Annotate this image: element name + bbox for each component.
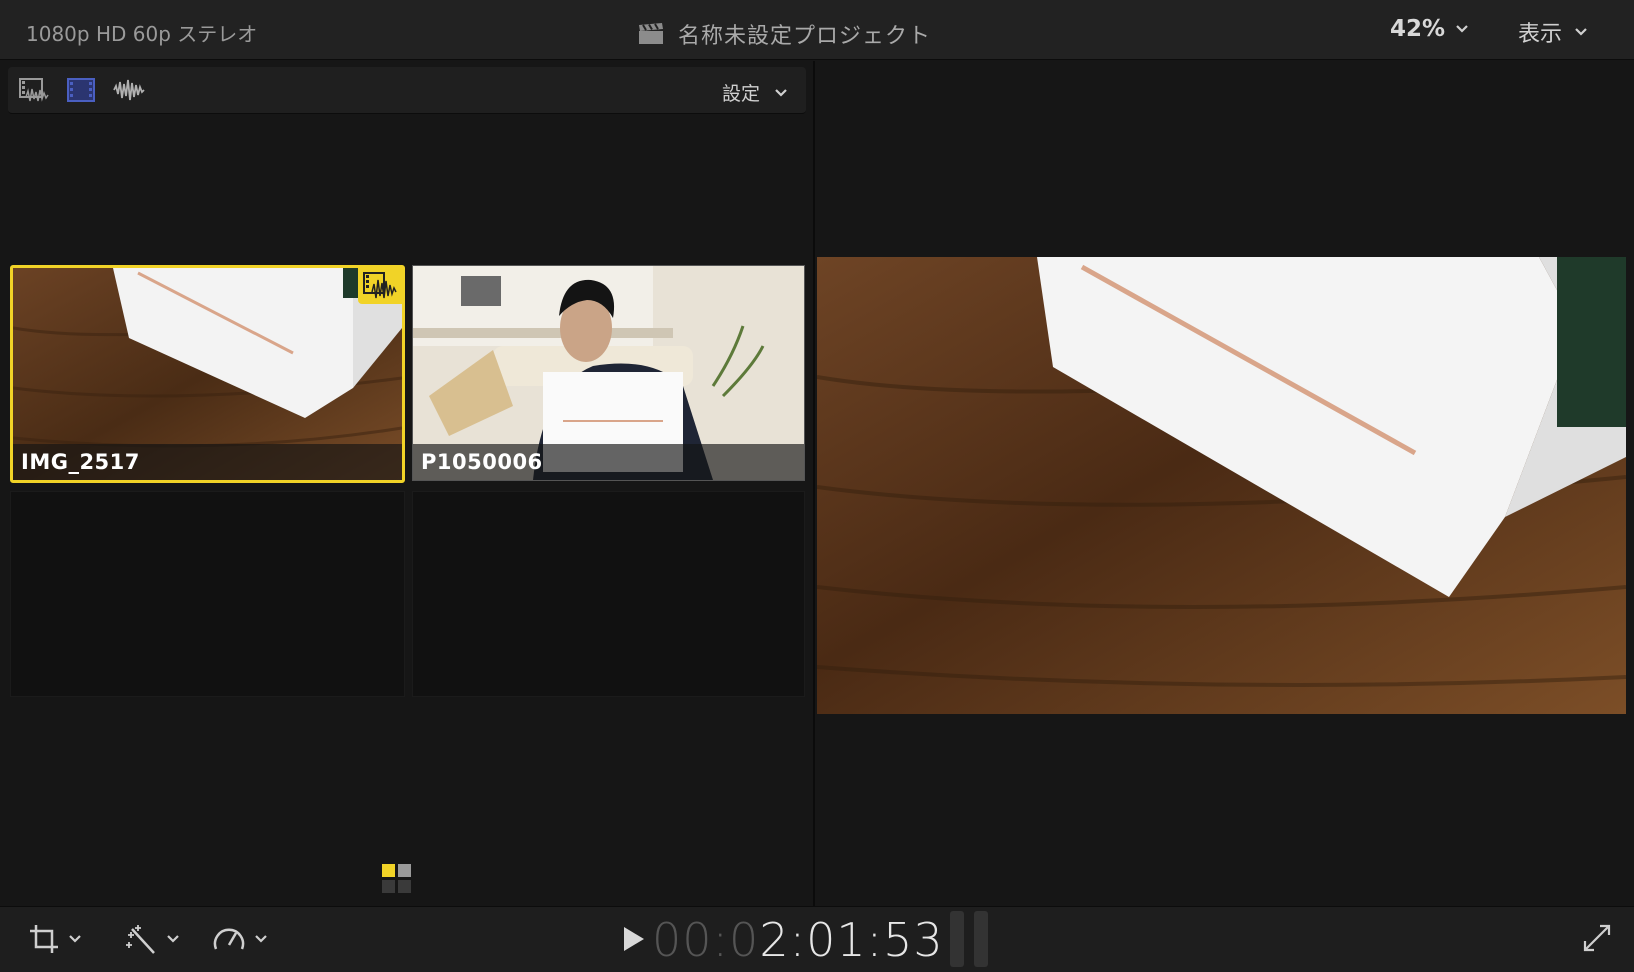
empty-clip-slot xyxy=(412,491,805,697)
view-menu-label: 表示 xyxy=(1518,22,1563,47)
clip-thumbnail[interactable]: IMG_2517 xyxy=(10,265,405,483)
timecode-dim: 00:0 xyxy=(652,913,760,967)
play-button[interactable] xyxy=(622,925,646,953)
enhance-wand-icon xyxy=(126,925,155,954)
top-bar: 1080p HD 60p ステレオ 名称未設定プロジェクト 42% 表示 xyxy=(0,0,1634,60)
viewer-frame[interactable] xyxy=(817,257,1626,714)
viewer-image xyxy=(817,257,1626,714)
bottom-bar: 00:02:01:53 xyxy=(0,906,1634,972)
filmstrip-audio-icon[interactable] xyxy=(18,77,52,103)
project-title-area: 名称未設定プロジェクト xyxy=(638,18,931,50)
view-menu[interactable]: 表示 xyxy=(1518,16,1588,48)
format-info: 1080p HD 60p ステレオ xyxy=(26,22,258,46)
audio-meter-right xyxy=(974,911,988,967)
zoom-value: 42% xyxy=(1390,16,1446,42)
video-audio-icon xyxy=(363,272,397,299)
crop-icon xyxy=(30,925,58,953)
empty-clip-slot xyxy=(10,491,405,697)
browser-toolbar: 設定 xyxy=(8,67,806,114)
clip-appearance-icon[interactable] xyxy=(382,864,412,894)
chevron-down-icon xyxy=(255,935,267,943)
settings-label: 設定 xyxy=(721,83,760,105)
clip-badge xyxy=(358,268,402,304)
fullscreen-icon[interactable] xyxy=(1582,923,1612,953)
timecode-bright: 2:01:53 xyxy=(759,913,944,967)
clip-thumbnail[interactable]: P1050006 xyxy=(412,265,805,481)
app-window: 1080p HD 60p ステレオ 名称未設定プロジェクト 42% 表示 設定 … xyxy=(0,0,1634,972)
chevron-down-icon xyxy=(167,935,179,943)
browser-pane: 設定 IMG_2517 P1050006 xyxy=(0,61,815,906)
chevron-down-icon xyxy=(1575,28,1587,36)
zoom-menu[interactable]: 42% xyxy=(1390,16,1469,42)
settings-menu[interactable]: 設定 xyxy=(722,79,788,106)
audio-meter-left xyxy=(950,911,964,967)
project-title: 名称未設定プロジェクト xyxy=(678,24,932,49)
chevron-down-icon xyxy=(775,88,787,97)
enhance-tool-menu[interactable] xyxy=(124,923,180,955)
clip-name: IMG_2517 xyxy=(21,450,140,474)
filmstrip-icon[interactable] xyxy=(64,77,98,103)
viewer-pane xyxy=(817,61,1634,906)
speed-gauge-icon xyxy=(213,928,245,950)
waveform-icon[interactable] xyxy=(112,77,146,103)
chevron-down-icon xyxy=(69,935,81,943)
crop-tool-menu[interactable] xyxy=(28,923,82,955)
timecode-display: 00:02:01:53 xyxy=(652,913,944,967)
chevron-down-icon xyxy=(1456,25,1468,33)
clip-name: P1050006 xyxy=(421,450,543,474)
clapperboard-icon xyxy=(639,23,663,44)
speed-tool-menu[interactable] xyxy=(212,923,268,955)
